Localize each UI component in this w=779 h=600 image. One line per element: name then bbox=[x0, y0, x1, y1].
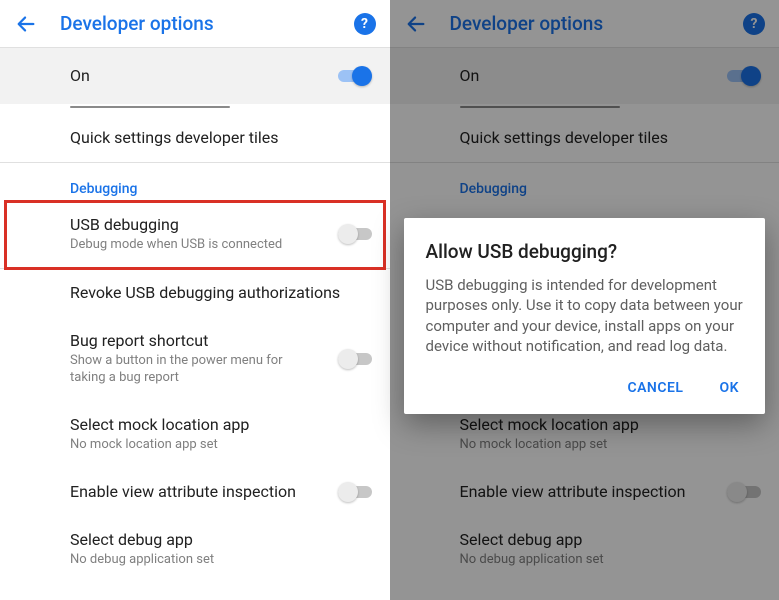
page-title: Developer options bbox=[60, 12, 354, 35]
debugging-section-label: Debugging bbox=[0, 163, 390, 201]
app-bar: Developer options ? bbox=[0, 0, 390, 48]
usb-debugging-toggle[interactable] bbox=[338, 224, 372, 244]
master-toggle[interactable] bbox=[338, 66, 372, 86]
select-debug-app-row[interactable]: Select debug app No debug application se… bbox=[0, 516, 390, 583]
master-toggle-label: On bbox=[70, 66, 368, 86]
ok-button[interactable]: OK bbox=[715, 374, 743, 402]
right-screenshot: Developer options ? On Quick settings de… bbox=[390, 0, 779, 600]
usb-debugging-dialog: Allow USB debugging? USB debugging is in… bbox=[404, 218, 766, 414]
left-screenshot: Developer options ? On Quick settings de… bbox=[0, 0, 390, 600]
usb-debugging-row[interactable]: USB debugging Debug mode when USB is con… bbox=[0, 201, 390, 268]
view-attribute-row[interactable]: Enable view attribute inspection bbox=[0, 468, 390, 516]
help-icon[interactable]: ? bbox=[354, 13, 376, 35]
dialog-actions: CANCEL OK bbox=[426, 374, 744, 402]
settings-list: On Quick settings developer tiles Debugg… bbox=[0, 48, 390, 600]
mock-location-row[interactable]: Select mock location app No mock locatio… bbox=[0, 401, 390, 468]
back-icon[interactable] bbox=[14, 12, 38, 36]
bug-report-row[interactable]: Bug report shortcut Show a button in the… bbox=[0, 317, 390, 401]
dialog-body: USB debugging is intended for developmen… bbox=[426, 275, 744, 356]
quick-settings-row[interactable]: Quick settings developer tiles bbox=[0, 114, 390, 162]
bug-report-toggle[interactable] bbox=[338, 349, 372, 369]
dialog-title: Allow USB debugging? bbox=[426, 240, 744, 263]
master-toggle-row[interactable]: On bbox=[0, 48, 390, 104]
cancel-button[interactable]: CANCEL bbox=[623, 374, 687, 402]
view-attribute-toggle[interactable] bbox=[338, 482, 372, 502]
truncated-row bbox=[0, 104, 390, 114]
revoke-auth-row[interactable]: Revoke USB debugging authorizations bbox=[0, 269, 390, 317]
